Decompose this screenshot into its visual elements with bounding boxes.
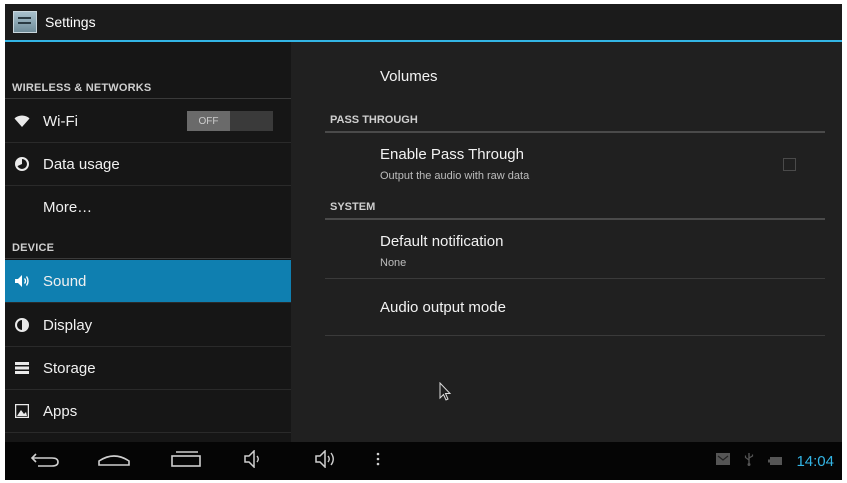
usb-icon [744, 452, 754, 471]
sidebar-item-label: More… [43, 198, 93, 216]
menu-icon [376, 452, 380, 471]
data-usage-icon [14, 156, 30, 172]
settings-app-icon[interactable] [13, 11, 37, 33]
wifi-toggle[interactable]: OFF [187, 111, 273, 131]
status-area[interactable]: 14:04 [716, 442, 834, 480]
sidebar-item-label: Wi-Fi [43, 112, 78, 130]
notification-icon [716, 452, 731, 470]
volume-down-button[interactable] [240, 442, 268, 480]
sidebar-item-data-usage[interactable]: Data usage [5, 143, 291, 186]
section-header-system: SYSTEM [330, 201, 376, 213]
mouse-pointer-icon [439, 381, 453, 402]
recent-apps-icon [170, 450, 202, 473]
section-divider [325, 218, 825, 220]
default-notification-summary: None [380, 257, 407, 269]
section-divider [5, 258, 291, 259]
app-title: Settings [45, 14, 96, 30]
sound-icon [14, 273, 30, 289]
wifi-toggle-off-label: OFF [187, 111, 230, 131]
recent-apps-button[interactable] [168, 442, 204, 480]
sound-settings-pane: Volumes PASS THROUGH Enable Pass Through… [291, 42, 842, 442]
section-divider [325, 131, 825, 133]
menu-button[interactable] [371, 442, 385, 480]
sidebar-item-label: Sound [43, 272, 87, 290]
sidebar-item-label: Display [43, 316, 93, 334]
android-screen: Settings WIRELESS & NETWORKS Wi-Fi OFF D… [5, 4, 842, 480]
system-navigation-bar: 14:04 [5, 442, 842, 480]
section-header-pass-through: PASS THROUGH [330, 114, 418, 126]
blank-icon-slot [14, 199, 30, 215]
home-button[interactable] [96, 442, 132, 480]
sidebar-item-wifi[interactable]: Wi-Fi OFF [5, 100, 291, 143]
sidebar-item-label: Storage [43, 359, 96, 377]
back-icon [30, 451, 60, 472]
clock: 14:04 [796, 452, 834, 470]
sidebar-item-more[interactable]: More… [5, 186, 291, 228]
audio-output-mode-item[interactable]: Audio output mode [380, 299, 506, 316]
enable-pass-through-summary: Output the audio with raw data [380, 170, 530, 182]
sidebar-item-label: Apps [43, 402, 78, 420]
sidebar-item-label: Data usage [43, 155, 120, 173]
sidebar-item-sound[interactable]: Sound [5, 260, 291, 303]
section-header-device: DEVICE [12, 242, 55, 254]
section-divider [5, 98, 291, 99]
volumes-item[interactable]: Volumes [380, 68, 438, 85]
wifi-icon [14, 113, 30, 129]
volume-up-button[interactable] [311, 442, 343, 480]
volume-down-icon [243, 448, 265, 473]
sidebar-item-storage[interactable]: Storage [5, 347, 291, 390]
settings-sidebar: WIRELESS & NETWORKS Wi-Fi OFF Data usage… [5, 42, 291, 442]
home-icon [97, 451, 131, 472]
volume-up-icon [314, 448, 340, 473]
section-header-wireless: WIRELESS & NETWORKS [12, 82, 152, 94]
list-divider [325, 335, 825, 336]
action-bar: Settings [5, 4, 842, 42]
default-notification-title[interactable]: Default notification [380, 233, 503, 250]
storage-icon [14, 360, 30, 376]
battery-icon [768, 452, 783, 470]
enable-pass-through-title[interactable]: Enable Pass Through [380, 146, 524, 163]
list-divider [325, 278, 825, 279]
apps-icon [14, 403, 30, 419]
pass-through-checkbox[interactable] [783, 158, 796, 171]
back-button[interactable] [27, 442, 63, 480]
sidebar-item-display[interactable]: Display [5, 304, 291, 347]
sidebar-item-apps[interactable]: Apps [5, 390, 291, 433]
display-icon [14, 317, 30, 333]
